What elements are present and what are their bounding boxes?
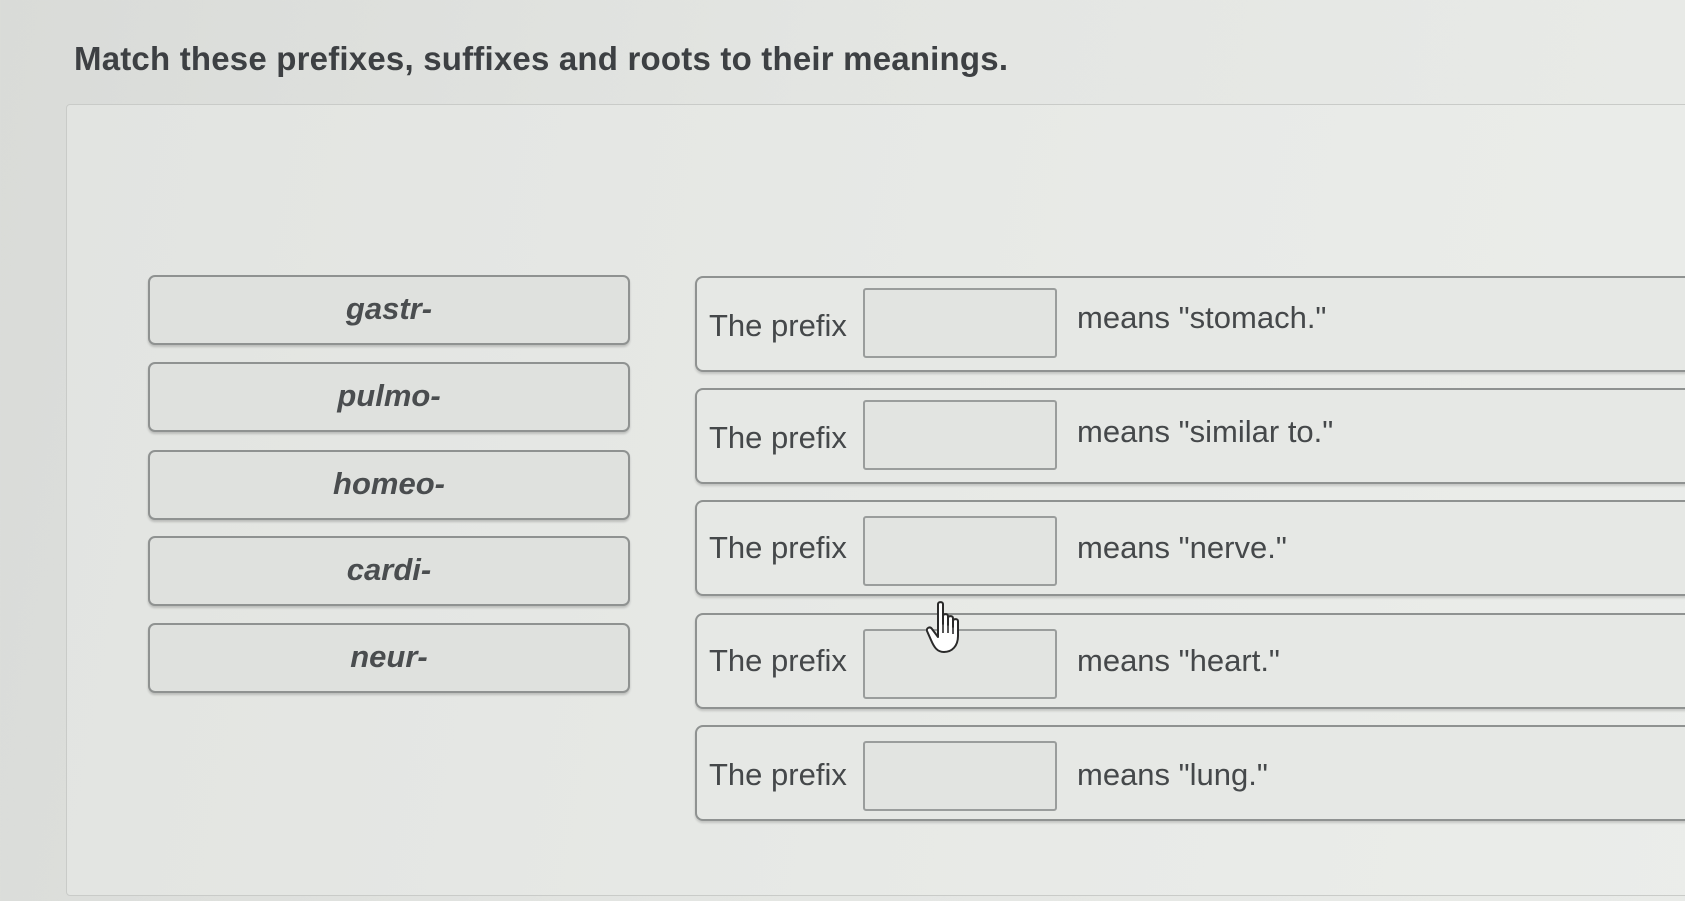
hand-pointer-icon (926, 601, 959, 653)
draggable-chip-homeo[interactable]: homeo- (148, 450, 630, 520)
row-meaning-label: means "heart." (1077, 643, 1280, 678)
target-row-similar-to: The prefix means "similar to." (695, 388, 1685, 484)
drop-zone-similar-to[interactable] (863, 400, 1057, 470)
row-prefix-label: The prefix (709, 757, 847, 792)
draggable-chip-gastr[interactable]: gastr- (148, 275, 630, 345)
row-prefix-label: The prefix (709, 530, 847, 565)
drop-zone-lung[interactable] (863, 741, 1057, 811)
question-title: Match these prefixes, suffixes and roots… (74, 40, 1009, 77)
row-meaning-label: means "similar to." (1077, 414, 1334, 449)
target-row-lung: The prefix means "lung." (695, 725, 1685, 821)
target-row-stomach: The prefix means "stomach." (695, 276, 1685, 372)
row-meaning-label: means "stomach." (1077, 300, 1327, 335)
drop-zone-stomach[interactable] (863, 288, 1057, 358)
draggable-chip-pulmo[interactable]: pulmo- (148, 362, 630, 432)
target-row-heart: The prefix means "heart." (695, 613, 1685, 709)
target-row-nerve: The prefix means "nerve." (695, 500, 1685, 596)
draggable-chip-cardi[interactable]: cardi- (148, 536, 630, 606)
drop-zone-nerve[interactable] (863, 516, 1057, 586)
row-meaning-label: means "lung." (1077, 757, 1268, 792)
row-meaning-label: means "nerve." (1077, 530, 1287, 565)
row-prefix-label: The prefix (709, 643, 847, 678)
draggable-chip-neur[interactable]: neur- (148, 623, 630, 693)
row-prefix-label: The prefix (709, 420, 847, 455)
row-prefix-label: The prefix (709, 308, 847, 343)
